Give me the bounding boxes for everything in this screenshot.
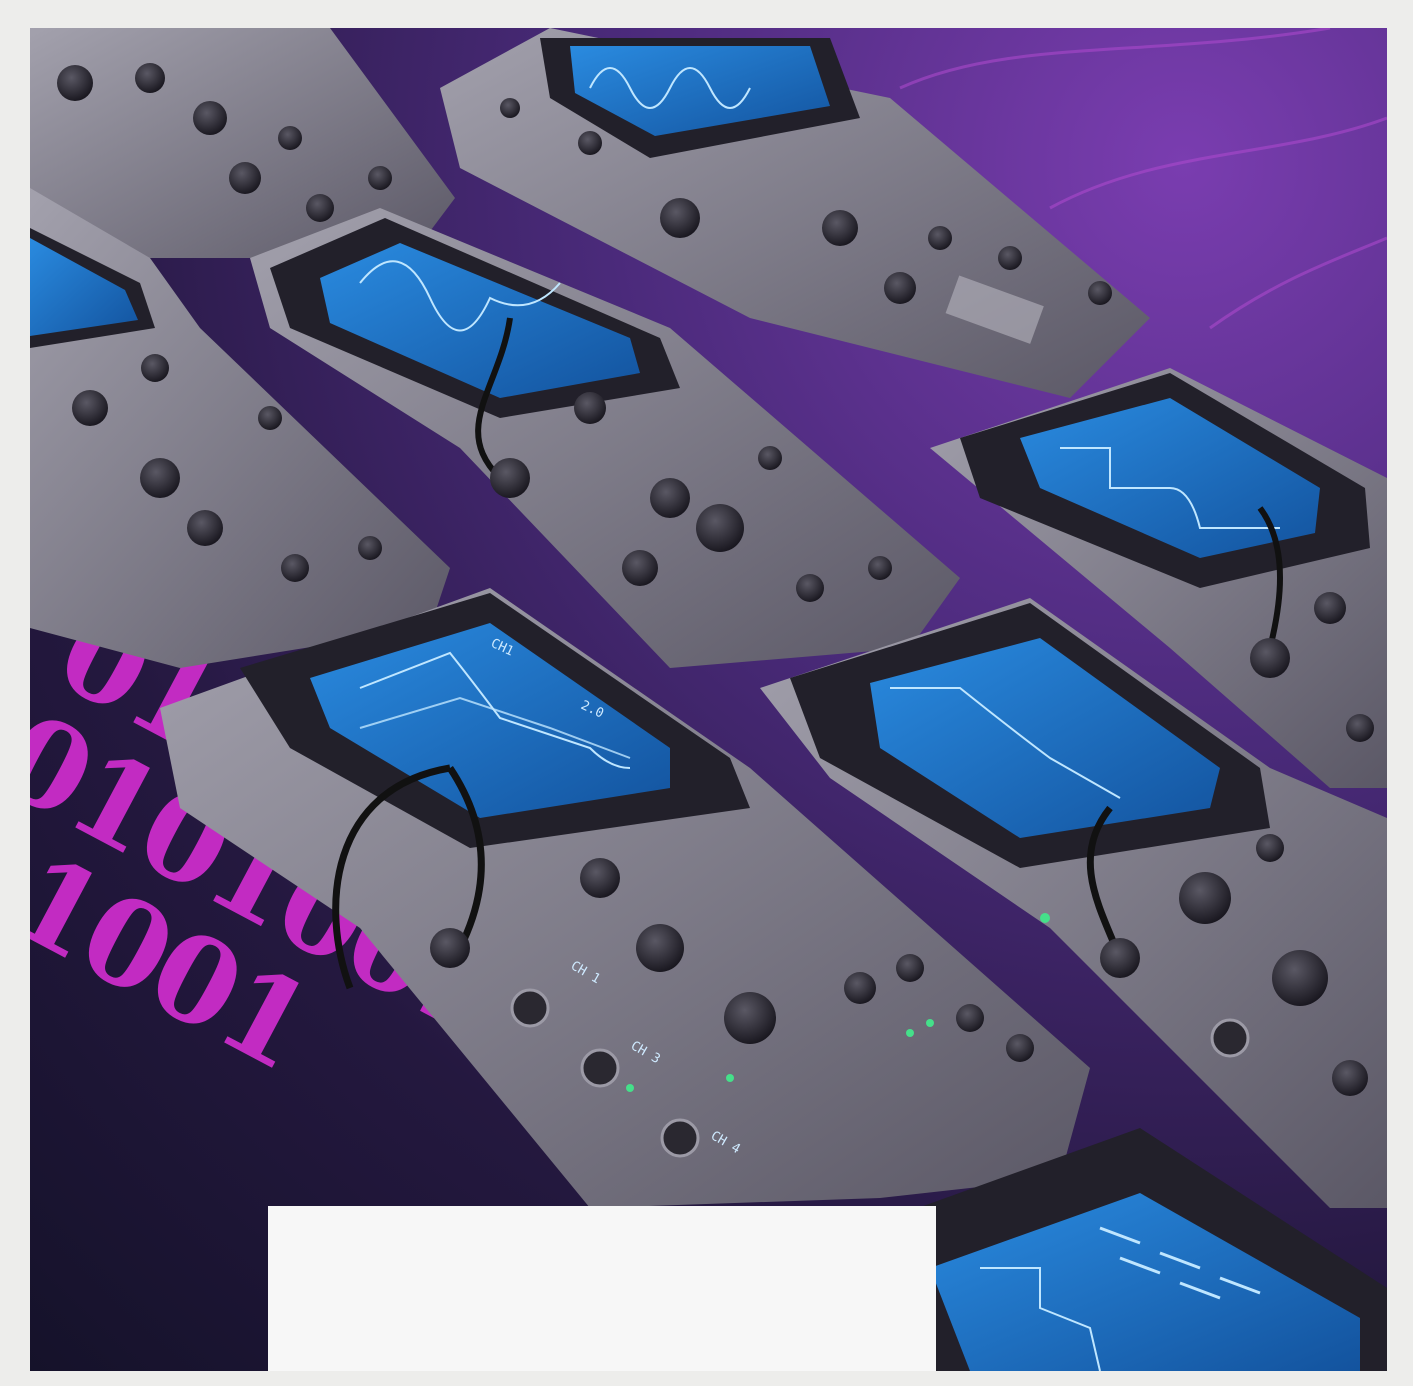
label-box [268,1206,936,1371]
cover-photo: 010110100 101010011 0101001 [30,28,1387,1371]
oscilloscope-grid-photo: 010110100 101010011 0101001 [30,28,1387,1371]
